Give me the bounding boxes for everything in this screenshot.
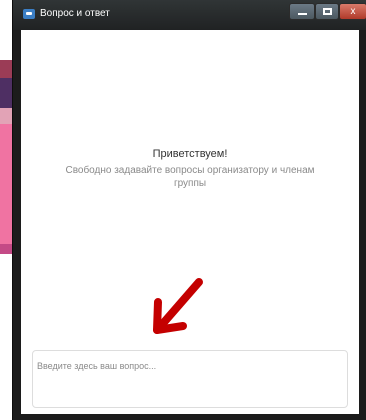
window-title: Вопрос и ответ xyxy=(40,8,110,19)
minimize-icon xyxy=(297,13,307,15)
maximize-icon xyxy=(322,8,332,15)
title-bar[interactable]: Вопрос и ответ x xyxy=(13,0,366,30)
question-input[interactable] xyxy=(37,357,337,375)
close-button[interactable]: x xyxy=(339,3,366,20)
welcome-title: Приветствуем! xyxy=(152,148,228,160)
qa-window: Вопрос и ответ x Приветствуем! Свободно … xyxy=(12,0,366,420)
welcome-subtitle: Свободно задавайте вопросы организатору … xyxy=(65,165,315,189)
chat-icon xyxy=(23,9,35,19)
question-box[interactable] xyxy=(32,350,348,408)
close-icon: x xyxy=(350,6,356,17)
minimize-button[interactable] xyxy=(289,3,315,20)
maximize-button[interactable] xyxy=(315,3,339,20)
red-arrow-icon xyxy=(153,278,203,334)
qa-content-area: Приветствуем! Свободно задавайте вопросы… xyxy=(21,30,359,414)
